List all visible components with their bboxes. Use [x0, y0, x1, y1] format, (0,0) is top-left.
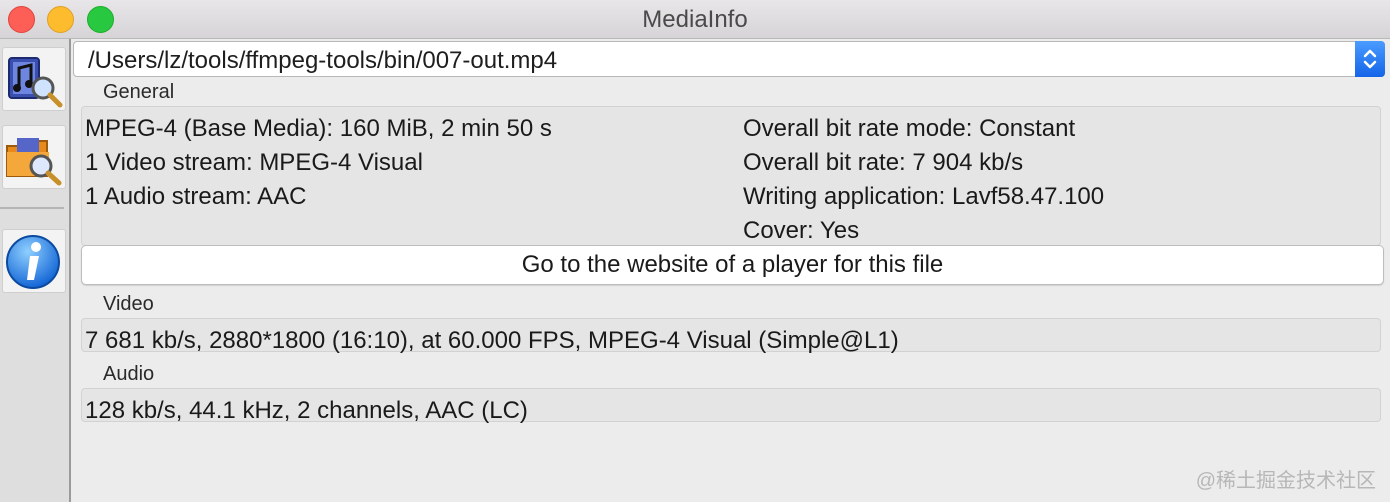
- file-path: /Users/lz/tools/ffmpeg-tools/bin/007-out…: [88, 47, 558, 74]
- sidebar-divider: [0, 207, 64, 209]
- general-audio-stream-line: 1 Audio stream: AAC: [85, 183, 307, 210]
- info-icon: [6, 235, 60, 289]
- player-website-button[interactable]: Go to the website of a player for this f…: [81, 245, 1384, 285]
- video-summary-line: 7 681 kb/s, 2880*1800 (16:10), at 60.000…: [85, 327, 899, 354]
- general-cover-line: Cover: Yes: [743, 217, 860, 244]
- general-section-label: General: [103, 81, 175, 103]
- audio-summary-line: 128 kb/s, 44.1 kHz, 2 channels, AAC (LC): [85, 397, 528, 424]
- general-bitrate-mode-line: Overall bit rate mode: Constant: [743, 115, 1076, 142]
- file-selector-stepper[interactable]: [1355, 41, 1385, 77]
- sidebar: [0, 39, 71, 502]
- general-bitrate-line: Overall bit rate: 7 904 kb/s: [743, 149, 1024, 176]
- up-down-chevron-icon: [1363, 49, 1377, 69]
- general-video-stream-line: 1 Video stream: MPEG-4 Visual: [85, 149, 423, 176]
- file-selector[interactable]: /Users/lz/tools/ffmpeg-tools/bin/007-out…: [73, 41, 1385, 77]
- open-file-button[interactable]: [2, 47, 66, 111]
- music-file-search-icon: [8, 57, 63, 108]
- video-panel: 7 681 kb/s, 2880*1800 (16:10), at 60.000…: [81, 318, 1381, 354]
- general-panel: MPEG-4 (Base Media): 160 MiB, 2 min 50 s…: [81, 106, 1381, 246]
- title-bar: MediaInfo: [0, 0, 1390, 39]
- general-writing-app-line: Writing application: Lavf58.47.100: [743, 183, 1105, 210]
- open-folder-button[interactable]: [2, 125, 66, 189]
- folder-search-icon: [6, 138, 62, 186]
- audio-section-label: Audio: [103, 363, 155, 385]
- window-title: MediaInfo: [642, 6, 748, 33]
- general-format-line: MPEG-4 (Base Media): 160 MiB, 2 min 50 s: [85, 115, 552, 142]
- video-section-label: Video: [103, 293, 154, 315]
- about-button[interactable]: [2, 229, 66, 293]
- watermark: @稀土掘金技术社区: [1195, 470, 1376, 492]
- audio-panel: 128 kb/s, 44.1 kHz, 2 channels, AAC (LC): [81, 388, 1381, 424]
